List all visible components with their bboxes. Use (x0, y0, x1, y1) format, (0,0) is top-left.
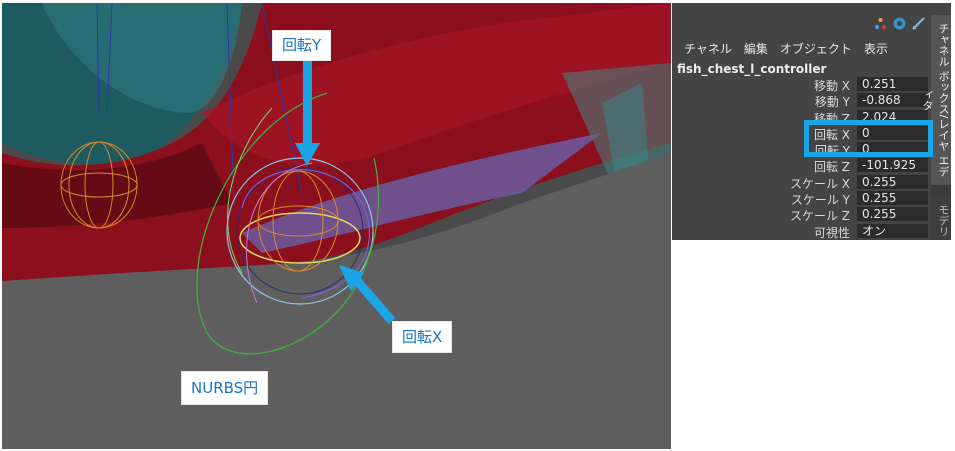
scene-render (2, 3, 671, 449)
menu-edit[interactable]: 編集 (744, 40, 768, 57)
menu-object[interactable]: オブジェクト (780, 40, 852, 57)
attr-row-translate-y[interactable]: 移動 Y -0.868 (672, 92, 930, 109)
attr-row-scale-x[interactable]: スケール X 0.255 (672, 174, 930, 191)
channel-box-menu: チャネル 編集 オブジェクト 表示 (684, 40, 888, 57)
side-tab-strip: チャネル ボックス/レイヤ エディタ モデリ (921, 15, 951, 240)
attribute-list: 移動 X 0.251 移動 Y -0.868 移動 Z 2.024 回転 X 0… (672, 76, 930, 240)
panel-toolbar (874, 15, 925, 30)
attr-value-field[interactable]: -101.925 (857, 158, 928, 173)
attr-value-field[interactable]: 0.255 (857, 191, 928, 206)
attr-row-scale-y[interactable]: スケール Y 0.255 (672, 190, 930, 207)
attr-value-field[interactable]: 0.251 (857, 77, 928, 91)
attr-row-visibility[interactable]: 可視性 オン (672, 223, 930, 240)
transform-icon[interactable] (874, 15, 887, 29)
attr-value-field[interactable]: 0.255 (857, 174, 928, 189)
attr-value-field[interactable]: -0.868 (857, 93, 928, 108)
menu-channel[interactable]: チャネル (684, 40, 732, 57)
node-name[interactable]: fish_chest_l_controller (677, 62, 826, 76)
viewport-3d[interactable]: 回転Y 回転X NURBS円 (2, 3, 671, 449)
callout-rotate-x: 回転X (392, 321, 453, 353)
attr-value-field[interactable]: 0.255 (857, 207, 928, 222)
callout-nurbs-circle: NURBS円 (181, 371, 269, 405)
tab-channel-box-layer-editor[interactable]: チャネル ボックス/レイヤ エディタ (921, 15, 951, 185)
attr-row-rotate-z[interactable]: 回転 Z -101.925 (672, 157, 930, 174)
attr-value-field[interactable]: オン (857, 223, 928, 238)
attr-label: 可視性 (813, 225, 850, 240)
attr-row-scale-z[interactable]: スケール Z 0.255 (672, 206, 930, 223)
menu-display[interactable]: 表示 (864, 40, 888, 57)
rotate-xy-highlight-box (804, 120, 933, 157)
pin-icon[interactable] (912, 15, 925, 30)
callout-rotate-y: 回転Y (272, 30, 332, 61)
attr-row-translate-x[interactable]: 移動 X 0.251 (672, 76, 930, 93)
tab-modeling-toolkit[interactable]: モデリ (931, 195, 951, 240)
channel-icon[interactable] (893, 15, 906, 30)
